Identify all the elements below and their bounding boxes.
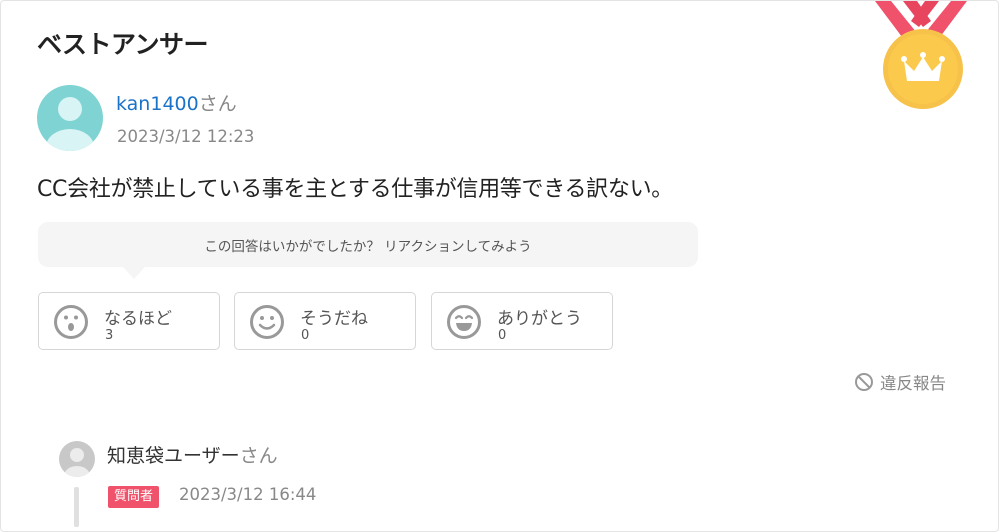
report-label: 違反報告 xyxy=(880,374,946,393)
answer-body: CC会社が禁止している事を主とする仕事が信用等できる訳ない。 xyxy=(37,177,673,202)
reaction-count: 0 xyxy=(301,328,310,343)
best-answer-card: ベストアンサー kan1400さん 2023/3/12 12:23 CC会社が禁… xyxy=(0,0,999,532)
grin-face-icon xyxy=(447,305,481,339)
thread-line xyxy=(74,487,79,527)
best-answer-title: ベストアンサー xyxy=(37,30,209,59)
reaction-button-arigatou[interactable]: ありがとう 0 xyxy=(431,292,613,350)
report-link[interactable]: 違反報告 xyxy=(854,370,946,394)
reaction-button-soudane[interactable]: そうだね 0 xyxy=(234,292,416,350)
reply-date: 2023/3/12 16:44 xyxy=(179,485,317,504)
answer-date: 2023/3/12 12:23 xyxy=(117,127,255,146)
avatar[interactable] xyxy=(37,85,103,151)
crown-medal-icon xyxy=(875,1,967,109)
questioner-name: 知恵袋ユーザーさん xyxy=(107,441,278,468)
answerer-name: kan1400さん xyxy=(116,89,237,116)
reaction-prompt-text: この回答はいかがでしたか？ リアクションしてみよう xyxy=(204,238,532,255)
reaction-label: そうだね xyxy=(300,309,368,329)
honorific: さん xyxy=(198,93,237,115)
questioner-badge: 質問者 xyxy=(108,486,160,508)
reaction-button-naruhodo[interactable]: なるほど 3 xyxy=(38,292,220,350)
answerer-link[interactable]: kan1400 xyxy=(116,93,199,115)
questioner-username: 知恵袋ユーザー xyxy=(107,445,240,467)
reaction-prompt: この回答はいかがでしたか？ リアクションしてみよう xyxy=(38,222,698,267)
reaction-label: ありがとう xyxy=(497,309,582,329)
reaction-count: 0 xyxy=(498,328,507,343)
reaction-count: 3 xyxy=(105,328,114,343)
reaction-label: なるほど xyxy=(104,309,172,329)
prohibited-icon xyxy=(855,373,873,391)
smile-face-icon xyxy=(250,305,284,339)
avatar[interactable] xyxy=(59,441,95,477)
surprised-face-icon xyxy=(54,305,88,339)
speech-bubble-tail xyxy=(123,267,145,279)
honorific: さん xyxy=(239,445,278,467)
